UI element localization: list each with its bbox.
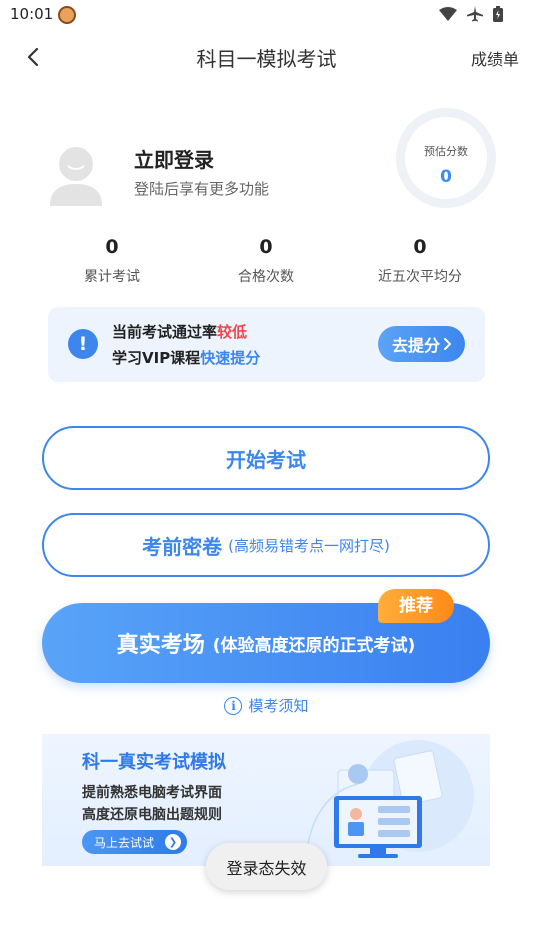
try-now-label: 马上去试试 (94, 835, 155, 850)
stat-value: 0 (105, 236, 119, 258)
session-expired-toast: 登录态失效 (206, 843, 327, 890)
stat-passed-count: 0 合格次数 (191, 236, 341, 286)
status-bar: 10:01 (0, 0, 533, 30)
exclamation-icon: ! (68, 329, 98, 359)
login-subtitle: 登陆后享有更多功能 (134, 180, 270, 198)
stat-recent-average: 0 近五次平均分 (345, 236, 495, 286)
promo-line-1: 提前熟悉电脑考试界面 (82, 785, 222, 801)
arrow-right-icon: ❯ (165, 834, 181, 850)
tip-line-2: 学习VIP课程快速提分 (112, 347, 260, 368)
estimated-score-value: 0 (440, 167, 452, 187)
avatar[interactable] (50, 144, 102, 206)
nav-bar: 科目一模拟考试 成绩单 (0, 30, 533, 84)
stat-label: 近五次平均分 (378, 269, 462, 285)
tip-line-1-highlight: 较低 (217, 323, 248, 341)
estimated-score-ring: 预估分数 0 (396, 108, 496, 208)
stat-value: 0 (413, 236, 427, 258)
tip-line-2-highlight: 快速提分 (200, 349, 261, 367)
estimated-score-label: 预估分数 (424, 145, 468, 158)
tip-line-2-text: 学习VIP课程 (112, 349, 201, 367)
real-exam-note: (体验高度还原的正式考试) (212, 635, 416, 656)
info-icon: i (224, 696, 243, 715)
start-exam-label: 开始考试 (226, 447, 306, 472)
secret-paper-button[interactable]: 考前密卷 (高频易错考点一网打尽) (42, 513, 490, 577)
app-notification-icon (58, 6, 76, 24)
computer-illustration-icon (307, 740, 474, 858)
status-time: 10:01 (10, 5, 54, 23)
promo-line-2: 高度还原电脑出题规则 (82, 807, 222, 823)
report-card-link[interactable]: 成绩单 (471, 46, 519, 70)
login-title[interactable]: 立即登录 (134, 144, 214, 173)
pass-rate-tip-banner: ! 当前考试通过率较低 学习VIP课程快速提分 去提分 (48, 307, 485, 382)
airplane-icon (467, 6, 483, 22)
exam-notice-label: 模考须知 (248, 697, 309, 715)
stat-label: 累计考试 (84, 269, 140, 285)
chevron-right-icon (444, 338, 451, 350)
recommend-badge: 推荐 (378, 589, 454, 623)
stat-value: 0 (259, 236, 273, 258)
improve-score-label: 去提分 (391, 336, 440, 355)
tip-line-1: 当前考试通过率较低 (112, 321, 247, 342)
stat-total-exams: 0 累计考试 (37, 236, 187, 286)
battery-icon (493, 6, 503, 22)
secret-paper-note: (高频易错考点一网打尽) (228, 536, 390, 555)
exam-notice-link[interactable]: i 模考须知 (0, 695, 533, 716)
improve-score-button[interactable]: 去提分 (378, 326, 465, 362)
status-icons (439, 6, 503, 22)
secret-paper-label: 考前密卷 (142, 534, 223, 559)
try-now-button[interactable]: 马上去试试 ❯ (82, 830, 187, 854)
wifi-icon (439, 7, 457, 21)
page-title: 科目一模拟考试 (196, 47, 337, 71)
real-exam-label: 真实考场 (116, 633, 205, 658)
promo-title: 科一真实考试模拟 (82, 752, 226, 773)
stat-label: 合格次数 (238, 269, 294, 285)
tip-line-1-text: 当前考试通过率 (112, 323, 218, 341)
start-exam-button[interactable]: 开始考试 (42, 426, 490, 490)
